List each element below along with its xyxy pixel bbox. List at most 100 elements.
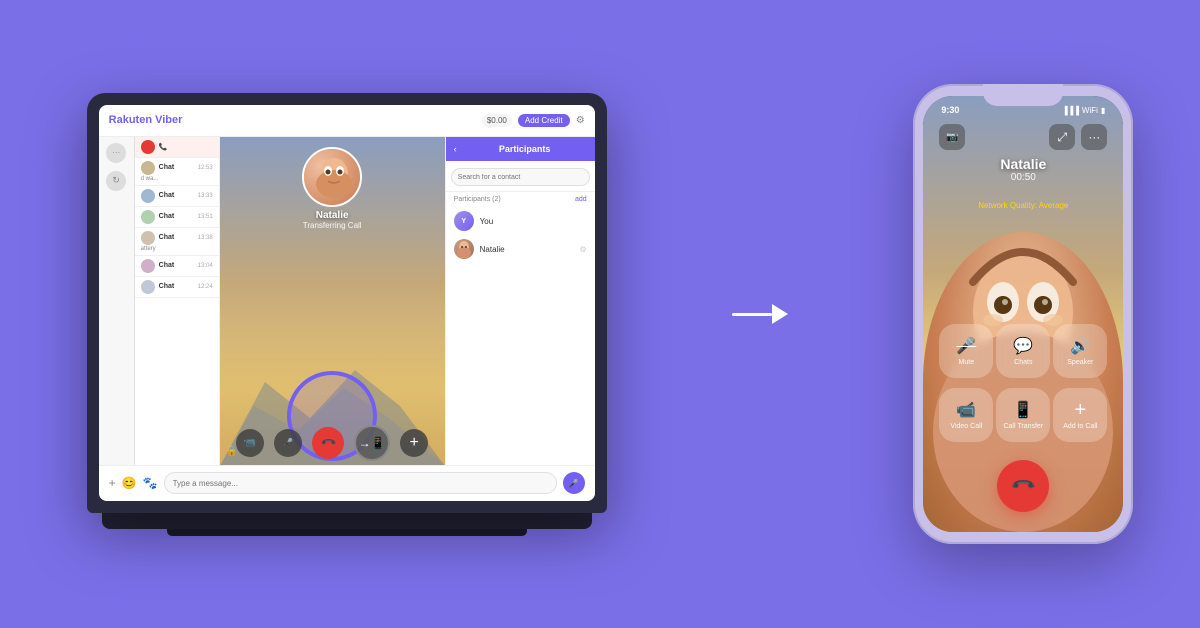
phone-section: 9:30 ▐▐▐ WiFi ▮ 📷 ⤢ ··· Natalie — [913, 84, 1133, 544]
mic-button[interactable]: 🎤 — [563, 472, 585, 494]
laptop-frame: Rakuten Viber $0.00 Add Credit ⚙ ··· ↻ ∧ — [87, 93, 607, 513]
participants-title: Participants — [463, 144, 587, 154]
desktop-caller-name: Natalie — [302, 210, 362, 221]
laptop-foot — [167, 529, 527, 536]
videocall-label: Video Call — [950, 423, 982, 430]
phone-end-call-button[interactable]: 📞 — [997, 460, 1049, 512]
network-quality-value: Average — [1039, 201, 1069, 210]
laptop-screen: Rakuten Viber $0.00 Add Credit ⚙ ··· ↻ ∧ — [99, 105, 595, 501]
participant-natalie: Natalie ⚙ — [446, 235, 595, 263]
chat-list-item-5[interactable]: Chat 13:04 — [135, 256, 219, 277]
phone-frame: 9:30 ▐▐▐ WiFi ▮ 📷 ⤢ ··· Natalie — [913, 84, 1133, 544]
chat-list-item-3[interactable]: Chat 13:51 — [135, 207, 219, 228]
camera-icon: 📷 — [946, 132, 958, 143]
participants-header: ‹ Participants — [446, 137, 595, 161]
laptop-section: Rakuten Viber $0.00 Add Credit ⚙ ··· ↻ ∧ — [77, 34, 617, 594]
minimize-icon[interactable]: ⤢ — [1049, 124, 1075, 150]
you-avatar: Y — [454, 211, 474, 231]
call-area: Natalie Transferring Call 📹 🎤 — [220, 137, 445, 501]
you-name: You — [480, 217, 587, 226]
face-svg — [304, 149, 362, 207]
add-participant-link[interactable]: add — [575, 196, 587, 203]
call-transfer-btn[interactable]: →📱 — [354, 425, 390, 461]
network-quality-indicator: Network Quality: Average — [923, 201, 1123, 210]
call-avatar-area: Natalie Transferring Call — [302, 147, 362, 230]
phone-header-right-icons: ⤢ ··· — [1049, 124, 1107, 150]
participants-search-input[interactable] — [451, 168, 590, 186]
transfer-icon: →📱 — [359, 436, 386, 450]
video-icon: 📹 — [244, 437, 256, 448]
mute-label: Mute — [959, 359, 975, 366]
viber-logo: Rakuten Viber — [109, 114, 183, 126]
lock-icon: 🔒 — [226, 441, 238, 459]
sticker-icon[interactable]: 😊 — [122, 476, 137, 490]
natalie-avatar-face — [454, 239, 474, 259]
wifi-icon: WiFi — [1082, 106, 1098, 115]
more-options-icon[interactable]: ··· — [1081, 124, 1107, 150]
natalie-avatar — [454, 239, 474, 259]
natalie-options-icon[interactable]: ⚙ — [579, 245, 586, 254]
phone-btn-row-2: 📹 Video Call 📱 Call Transfer + Add to Ca… — [939, 388, 1107, 442]
viber-header: Rakuten Viber $0.00 Add Credit ⚙ — [99, 105, 595, 137]
back-arrow-icon[interactable]: ‹ — [454, 144, 457, 154]
phone-screen: 9:30 ▐▐▐ WiFi ▮ 📷 ⤢ ··· Natalie — [923, 96, 1123, 532]
natalie-name: Natalie — [480, 245, 574, 254]
phone-chats-btn[interactable]: 💬 Chats — [996, 324, 1050, 378]
phone-caller-name: Natalie — [923, 156, 1123, 172]
phone-statusbar: 9:30 ▐▐▐ WiFi ▮ — [923, 100, 1123, 120]
speaker-label: Speaker — [1067, 359, 1093, 366]
desktop-end-call-btn[interactable]: 📞 — [312, 427, 344, 459]
participants-panel: ‹ Participants Participants (2) add Y — [445, 137, 595, 501]
phone-btn-row-1: 🎤 Mute 💬 Chats 🔊 Speaker — [939, 324, 1107, 378]
mute-icon: 🎤 — [956, 336, 976, 356]
arrow-head — [772, 304, 788, 324]
battery-icon: ▮ — [1101, 106, 1105, 115]
speaker-icon: 🔊 — [1070, 336, 1090, 356]
chat-list-item-6[interactable]: Chat 12:24 — [135, 277, 219, 298]
viber-header-right: $0.00 Add Credit ⚙ — [482, 114, 585, 127]
viber-body: ··· ↻ ∧ 📞 — [99, 137, 595, 501]
call-item-icon: 📞 — [159, 143, 168, 151]
phone-call-header: 📷 ⤢ ··· — [923, 124, 1123, 150]
phone-videocall-btn[interactable]: 📹 Video Call — [939, 388, 993, 442]
transfer-arrow-section — [710, 304, 810, 324]
message-input[interactable] — [164, 472, 557, 494]
videocall-icon: 📹 — [956, 400, 976, 420]
addtocall-label: Add to Call — [1063, 423, 1097, 430]
balance-text: $0.00 — [482, 114, 512, 127]
phone-status-icons: ▐▐▐ WiFi ▮ — [1062, 106, 1105, 115]
phone-calltransfer-btn[interactable]: 📱 Call Transfer — [996, 388, 1050, 442]
end-call-icon: 📞 — [320, 434, 337, 451]
participants-count-label: Participants (2) add — [446, 192, 595, 207]
chat-list-item-2[interactable]: Chat 13:33 — [135, 186, 219, 207]
chat-list-item-4[interactable]: Chat 13:38 attery — [135, 228, 219, 256]
addtocall-icon: + — [1074, 400, 1086, 420]
phone-call-info: Natalie 00:50 — [923, 156, 1123, 183]
caller-avatar — [302, 147, 362, 207]
desktop-message-bar: + 😊 🐾 🎤 — [99, 465, 595, 501]
sidebar-dots-icon[interactable]: ··· — [106, 143, 126, 163]
chat-list-item-1[interactable]: Chat 12:53 d wa... — [135, 158, 219, 186]
phone-camera-icon[interactable]: 📷 — [939, 124, 965, 150]
left-panel: 📞 Chat 12:53 d wa... — [135, 137, 220, 501]
settings-icon[interactable]: ⚙ — [576, 115, 585, 126]
attachment-icon[interactable]: 🐾 — [143, 476, 158, 490]
active-call-item[interactable]: 📞 — [135, 137, 219, 158]
chats-label: Chats — [1014, 359, 1032, 366]
video-call-toggle-btn[interactable]: 📹 — [236, 429, 264, 457]
emoji-icon[interactable]: + — [109, 476, 116, 490]
desktop-call-controls: 📹 🎤 📞 →📱 + — [220, 425, 445, 461]
arrow-container — [732, 304, 788, 324]
phone-end-call-icon: 📞 — [1009, 472, 1037, 500]
mic-icon: 🎤 — [569, 479, 579, 488]
add-participant-btn[interactable]: + — [400, 429, 428, 457]
mute-btn[interactable]: 🎤 — [274, 429, 302, 457]
phone-addtocall-btn[interactable]: + Add to Call — [1053, 388, 1107, 442]
phone-speaker-btn[interactable]: 🔊 Speaker — [1053, 324, 1107, 378]
phone-clock: 9:30 — [941, 105, 959, 115]
sidebar-refresh-icon[interactable]: ↻ — [106, 171, 126, 191]
add-credit-button[interactable]: Add Credit — [518, 114, 570, 127]
chats-icon: 💬 — [1013, 336, 1033, 356]
desktop-call-status: Transferring Call — [302, 221, 362, 230]
phone-mute-btn[interactable]: 🎤 Mute — [939, 324, 993, 378]
